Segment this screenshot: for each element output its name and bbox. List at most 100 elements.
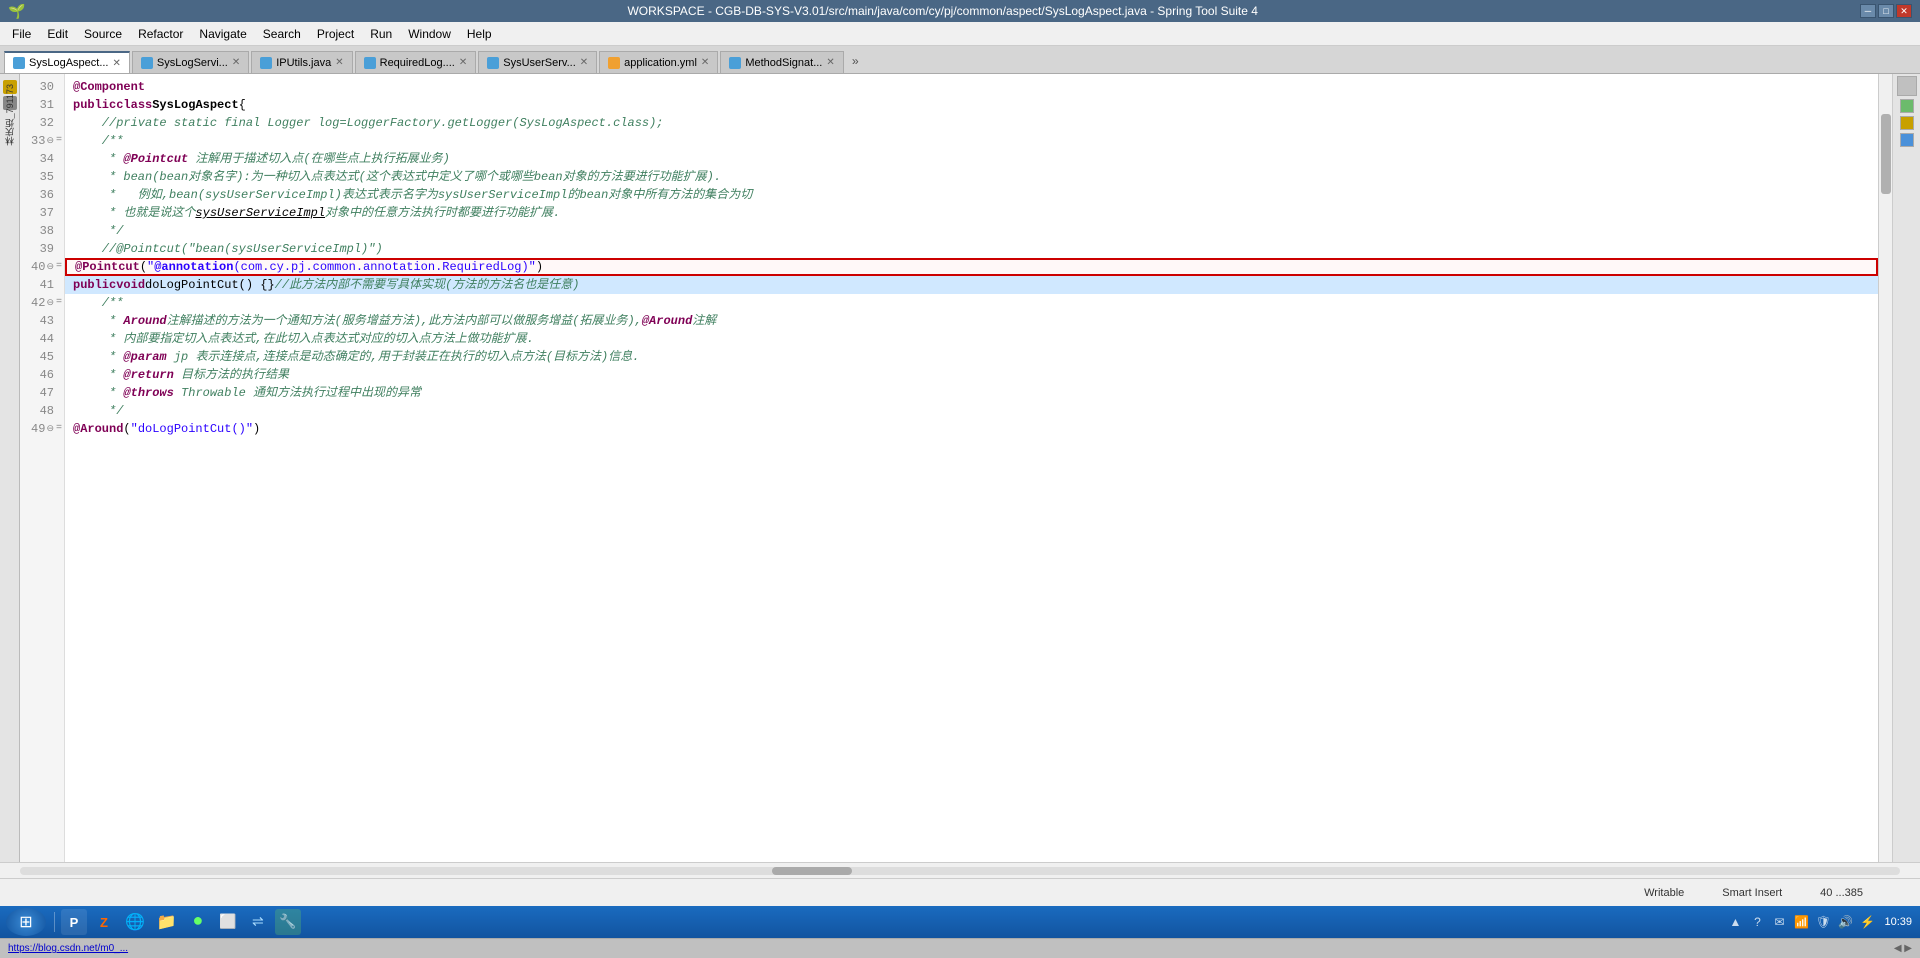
- tab-label-5: application.yml: [624, 57, 697, 69]
- window-controls: ─ □ ✕: [1860, 4, 1912, 18]
- line-num-31: 31: [24, 96, 60, 114]
- taskbar-green-app[interactable]: ●: [185, 909, 211, 935]
- tab-label-3: RequiredLog....: [380, 57, 455, 69]
- status-right: [1892, 890, 1912, 896]
- tab-icon-0: [13, 57, 25, 69]
- line-num-47: 47: [24, 384, 60, 402]
- taskbar-spring-app[interactable]: 🔧: [275, 909, 301, 935]
- code-line-45: * @param jp 表示连接点,连接点是动态确定的,用于封装正在执行的切入点…: [65, 348, 1878, 366]
- tab-close-4[interactable]: ✕: [580, 57, 588, 68]
- menu-item-project[interactable]: Project: [309, 25, 362, 43]
- scroll-thumb[interactable]: [1881, 114, 1891, 194]
- taskbar-browser[interactable]: 🌐: [121, 909, 149, 935]
- line-num-40: 40⊖: [24, 258, 60, 276]
- tab-close-6[interactable]: ✕: [826, 57, 834, 68]
- tab-close-0[interactable]: ✕: [113, 58, 121, 69]
- tabs-overflow[interactable]: »: [846, 51, 865, 73]
- menu-item-file[interactable]: File: [4, 25, 39, 43]
- tab-4[interactable]: SysUserServ... ✕: [478, 51, 597, 73]
- close-button[interactable]: ✕: [1896, 4, 1912, 18]
- code-line-41: public void doLogPointCut() {}//此方法内部不需要…: [65, 276, 1878, 294]
- editor-body: 林庆炬_791173 30313233⊖34353637383940⊖4142⊖…: [0, 74, 1920, 862]
- tab-label-6: MethodSignat...: [745, 57, 822, 69]
- line-num-49: 49⊖: [24, 420, 60, 438]
- tab-icon-4: [487, 57, 499, 69]
- menu-item-window[interactable]: Window: [400, 25, 459, 43]
- hint-url: https://blog.csdn.net/m0_...: [8, 943, 128, 954]
- title-bar: 🌱 WORKSPACE - CGB-DB-SYS-V3.01/src/main/…: [0, 0, 1920, 22]
- status-blank: [8, 890, 1615, 896]
- code-content: @Componentpublic class SysLogAspect { //…: [65, 78, 1878, 438]
- tab-label-4: SysUserServ...: [503, 57, 576, 69]
- line-num-48: 48: [24, 402, 60, 420]
- code-line-33: /**: [65, 132, 1878, 150]
- line-num-41: 41: [24, 276, 60, 294]
- code-line-39: //@Pointcut("bean(sysUserServiceImpl)"): [65, 240, 1878, 258]
- code-line-31: public class SysLogAspect {: [65, 96, 1878, 114]
- line-num-46: 46: [24, 366, 60, 384]
- tab-icon-3: [364, 57, 376, 69]
- line-num-35: 35: [24, 168, 60, 186]
- minimize-button[interactable]: ─: [1860, 4, 1876, 18]
- tab-5[interactable]: application.yml ✕: [599, 51, 718, 73]
- error-indicator: [1900, 99, 1914, 113]
- menu-item-run[interactable]: Run: [362, 25, 400, 43]
- code-line-30: @Component: [65, 78, 1878, 96]
- status-bar: Writable Smart Insert 40 ...385: [0, 878, 1920, 906]
- tab-3[interactable]: RequiredLog.... ✕: [355, 51, 477, 73]
- menu-item-edit[interactable]: Edit: [39, 25, 76, 43]
- start-button[interactable]: ⊞: [6, 908, 46, 936]
- taskbar: ⊞ P Z 🌐 📁 ● ⬜ ⇌ 🔧 ▲ ? ✉: [0, 906, 1920, 938]
- status-position[interactable]: 40 ...385: [1811, 884, 1872, 902]
- code-line-37: * 也就是说这个sysUserServiceImpl对象中的任意方法执行时都要进…: [65, 204, 1878, 222]
- status-insert-mode[interactable]: Smart Insert: [1713, 884, 1791, 902]
- code-line-44: * 内部要指定切入点表达式,在此切入点表达式对应的切入点方法上做功能扩展.: [65, 330, 1878, 348]
- menu-item-refactor[interactable]: Refactor: [130, 25, 191, 43]
- tab-close-5[interactable]: ✕: [701, 57, 709, 68]
- vertical-scrollbar[interactable]: [1878, 74, 1892, 862]
- line-num-39: 39: [24, 240, 60, 258]
- tab-close-1[interactable]: ✕: [232, 57, 240, 68]
- tab-0[interactable]: SysLogAspect...✕: [4, 51, 130, 73]
- menu-item-source[interactable]: Source: [76, 25, 130, 43]
- taskbar-z-app[interactable]: Z: [91, 909, 117, 935]
- line-num-36: 36: [24, 186, 60, 204]
- code-line-35: * bean(bean对象名字):为一种切入点表达式(这个表达式中定义了哪个或哪…: [65, 168, 1878, 186]
- menu-item-help[interactable]: Help: [459, 25, 500, 43]
- tab-close-2[interactable]: ✕: [335, 57, 343, 68]
- task-indicator: [1900, 133, 1914, 147]
- line-num-45: 45: [24, 348, 60, 366]
- left-panel: 林庆炬_791173: [0, 74, 20, 862]
- tab-6[interactable]: MethodSignat... ✕: [720, 51, 843, 73]
- taskbar-white-app[interactable]: ⬜: [215, 909, 241, 935]
- taskbar-p-app[interactable]: P: [61, 909, 87, 935]
- taskbar-separator: [54, 912, 55, 932]
- line-num-34: 34: [24, 150, 60, 168]
- overview-ruler: [1897, 76, 1917, 96]
- code-line-46: * @return 目标方法的执行结果: [65, 366, 1878, 384]
- tab-icon-6: [729, 57, 741, 69]
- code-line-48: */: [65, 402, 1878, 420]
- h-scroll-thumb[interactable]: [772, 867, 852, 875]
- horizontal-scrollbar[interactable]: [0, 862, 1920, 878]
- menu-bar: FileEditSourceRefactorNavigateSearchProj…: [0, 22, 1920, 46]
- tab-2[interactable]: IPUtils.java ✕: [251, 51, 352, 73]
- taskbar-transfer-app[interactable]: ⇌: [245, 909, 271, 935]
- status-writable[interactable]: Writable: [1635, 884, 1693, 902]
- code-line-47: * @throws Throwable 通知方法执行过程中出现的异常: [65, 384, 1878, 402]
- tab-1[interactable]: SysLogServi... ✕: [132, 51, 249, 73]
- taskbar-folder[interactable]: 📁: [153, 909, 181, 935]
- code-line-38: */: [65, 222, 1878, 240]
- scroll-hint: ◀ ▶: [1894, 943, 1912, 954]
- tab-icon-5: [608, 57, 620, 69]
- tab-label-2: IPUtils.java: [276, 57, 331, 69]
- menu-item-navigate[interactable]: Navigate: [191, 25, 254, 43]
- tab-icon-1: [141, 57, 153, 69]
- tab-label-1: SysLogServi...: [157, 57, 228, 69]
- line-num-32: 32: [24, 114, 60, 132]
- app-icon: 🌱: [8, 3, 25, 20]
- menu-item-search[interactable]: Search: [255, 25, 309, 43]
- maximize-button[interactable]: □: [1878, 4, 1894, 18]
- code-editor[interactable]: @Componentpublic class SysLogAspect { //…: [65, 74, 1878, 862]
- tab-close-3[interactable]: ✕: [459, 57, 467, 68]
